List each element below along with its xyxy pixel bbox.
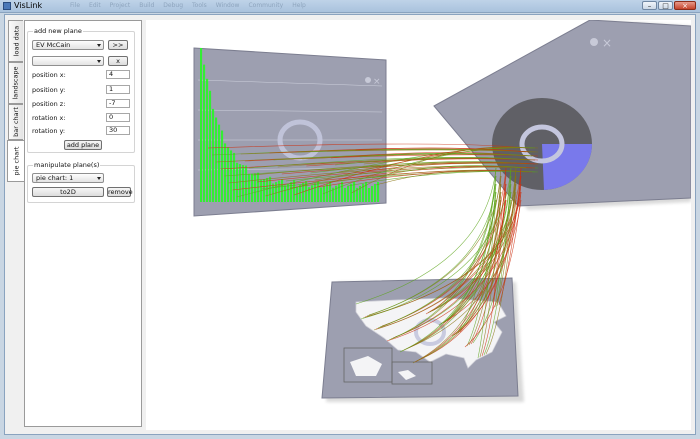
- add-plane-button[interactable]: add plane: [64, 140, 102, 150]
- position-z-field[interactable]: -7: [106, 99, 130, 108]
- rotation-x-field[interactable]: 0: [106, 113, 130, 122]
- bar: [281, 179, 284, 202]
- position-y-field[interactable]: 1: [106, 85, 130, 94]
- remove-plane-button[interactable]: remove: [107, 187, 133, 197]
- tab-bar-chart[interactable]: bar chart: [8, 104, 23, 140]
- bar: [347, 185, 350, 202]
- position-y-label: position y:: [32, 86, 66, 94]
- add-dataset-button[interactable]: >>: [108, 40, 128, 50]
- bar: [209, 90, 212, 202]
- bar: [344, 187, 347, 202]
- chevron-down-icon: [97, 44, 101, 47]
- bar: [218, 124, 221, 202]
- bar: [311, 185, 314, 202]
- position-x-label: position x:: [32, 71, 66, 79]
- add-plane-label: add new plane: [33, 27, 83, 35]
- bar: [374, 184, 377, 202]
- plane-type-select[interactable]: [32, 56, 104, 66]
- bar: [290, 182, 293, 202]
- bar: [329, 181, 332, 202]
- remove-type-button[interactable]: x: [108, 56, 128, 66]
- rotation-x-label: rotation x:: [32, 114, 66, 122]
- position-z-label: position z:: [32, 100, 66, 108]
- scene-canvas: × ×: [193, 19, 692, 402]
- menu-edit[interactable]: Edit: [89, 2, 101, 9]
- bar: [221, 130, 224, 202]
- window-title: VisLink: [14, 1, 43, 10]
- bar: [203, 64, 206, 202]
- bar: [284, 185, 287, 202]
- bar: [341, 181, 344, 202]
- chevron-down-icon: [97, 60, 101, 63]
- close-button[interactable]: ×: [674, 1, 696, 10]
- bar: [338, 183, 341, 202]
- bar: [272, 183, 275, 202]
- bar: [227, 147, 230, 202]
- tab-load-data[interactable]: load data: [8, 20, 23, 62]
- bar: [233, 152, 236, 202]
- bar: [212, 108, 215, 202]
- bar: [200, 48, 203, 202]
- bar: [368, 188, 371, 202]
- to2d-button[interactable]: to2D: [32, 187, 104, 197]
- manipulate-plane-label: manipulate plane(s): [33, 161, 101, 169]
- bar: [266, 178, 269, 202]
- bar: [242, 165, 245, 202]
- bar: [224, 143, 227, 202]
- bar: [317, 181, 320, 202]
- bar: [230, 150, 233, 202]
- dataset-select[interactable]: EV McCain: [32, 40, 104, 50]
- position-x-field[interactable]: 4: [106, 70, 130, 79]
- bar: [206, 78, 209, 202]
- manipulate-plane-group: manipulate plane(s): [27, 161, 135, 203]
- chevron-down-icon: [97, 177, 101, 180]
- menu-community[interactable]: Community: [248, 2, 283, 9]
- app-icon: [3, 2, 11, 10]
- menu-bar: File Edit Project Build Debug Tools Wind…: [70, 2, 306, 9]
- rotate-icon[interactable]: [590, 38, 598, 46]
- bar: [320, 187, 323, 202]
- bar: [371, 186, 374, 202]
- bar: [278, 180, 281, 202]
- rotation-y-field[interactable]: 30: [106, 126, 130, 135]
- menu-build[interactable]: Build: [139, 2, 154, 9]
- 3d-viewport[interactable]: × ×: [146, 19, 692, 430]
- bar: [245, 165, 248, 202]
- menu-project[interactable]: Project: [110, 2, 131, 9]
- menu-debug[interactable]: Debug: [163, 2, 183, 9]
- close-plane-icon[interactable]: ×: [373, 77, 381, 87]
- rotate-icon[interactable]: [365, 77, 371, 83]
- menu-tools[interactable]: Tools: [192, 2, 207, 9]
- title-bar: VisLink File Edit Project Build Debug To…: [0, 0, 700, 13]
- bar: [263, 179, 266, 202]
- rotation-y-label: rotation y:: [32, 127, 66, 135]
- bar: [215, 117, 218, 202]
- plane-select[interactable]: pie chart: 1: [32, 173, 104, 183]
- close-plane-icon[interactable]: ×: [602, 36, 612, 50]
- bar: [314, 183, 317, 202]
- bar: [377, 182, 380, 202]
- maximize-button[interactable]: □: [658, 1, 673, 10]
- menu-window[interactable]: Window: [216, 2, 240, 9]
- tab-landscape[interactable]: landscape: [8, 62, 23, 104]
- bar: [287, 183, 290, 202]
- minimize-button[interactable]: –: [642, 1, 657, 10]
- menu-help[interactable]: Help: [292, 2, 306, 9]
- menu-file[interactable]: File: [70, 2, 80, 9]
- tab-pie-chart[interactable]: pie chart: [7, 140, 24, 182]
